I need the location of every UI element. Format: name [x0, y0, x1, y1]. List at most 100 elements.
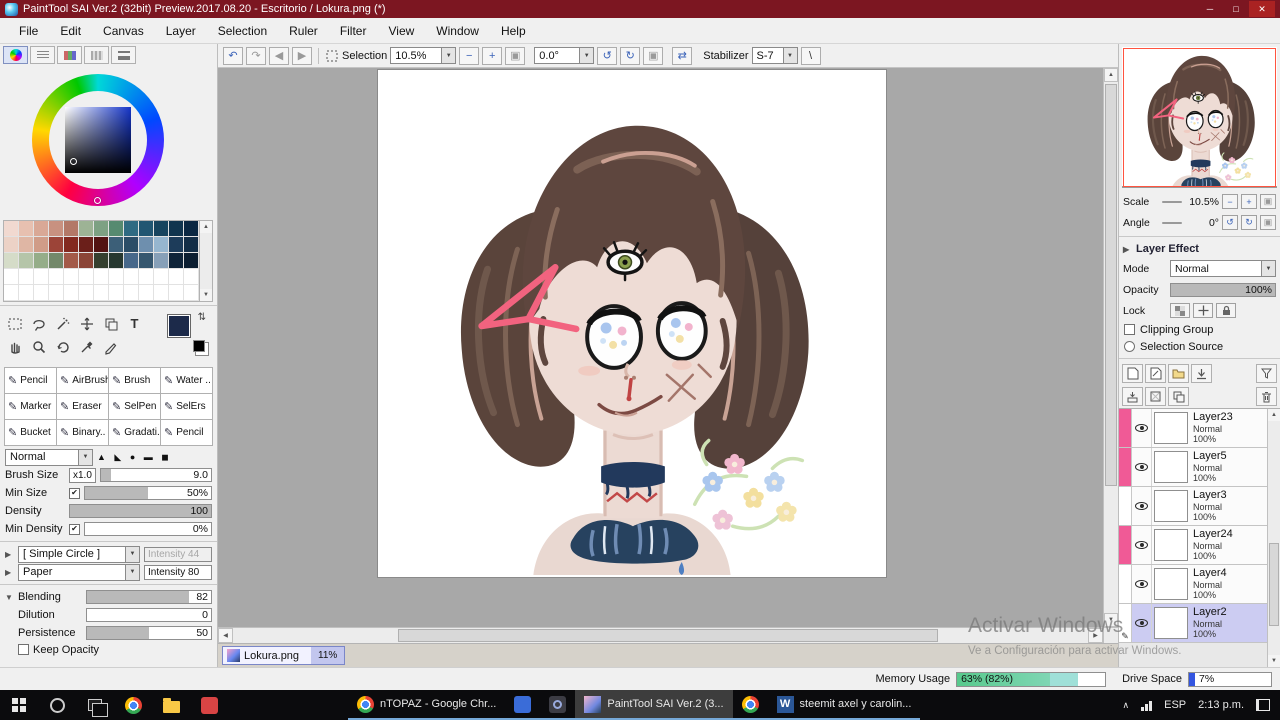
scale-slider[interactable] — [1162, 200, 1182, 203]
layer-row-layer24[interactable]: Layer24 Normal 100% — [1119, 526, 1267, 565]
swatch[interactable] — [19, 253, 34, 269]
swatch-empty[interactable] — [184, 269, 199, 285]
swatch[interactable] — [49, 237, 64, 253]
menu-window[interactable]: Window — [425, 20, 490, 42]
scroll-down-icon[interactable]: ▼ — [1268, 655, 1280, 667]
zoom-in-button[interactable]: + — [482, 46, 503, 65]
opacity-slider[interactable]: 100% — [1170, 282, 1276, 297]
close-button[interactable]: ✕ — [1249, 1, 1275, 17]
scroll-right-icon[interactable]: ▶ — [1088, 628, 1103, 643]
layer-mark[interactable] — [1119, 409, 1132, 447]
cortana-search-button[interactable] — [38, 690, 76, 720]
horizontal-scroll-thumb[interactable] — [398, 629, 938, 642]
layer-mark[interactable] — [1119, 487, 1132, 525]
swatch[interactable] — [79, 253, 94, 269]
zoom-reset-button[interactable]: ▣ — [505, 46, 526, 65]
expander-down-icon[interactable]: ▼ — [5, 593, 14, 602]
menu-filter[interactable]: Filter — [329, 20, 378, 42]
swatch[interactable] — [94, 253, 109, 269]
angle-select[interactable]: 0.0° ▼ — [534, 47, 595, 64]
clock[interactable]: 2:13 p.m. — [1198, 699, 1244, 711]
swatch[interactable] — [184, 253, 199, 269]
move-tool[interactable] — [76, 313, 97, 334]
new-layer-button[interactable] — [1122, 364, 1143, 383]
layer-filter-button[interactable] — [1256, 364, 1277, 383]
new-linework-layer-button[interactable] — [1145, 364, 1166, 383]
layer-list-scrollbar[interactable]: ▲ ▼ — [1267, 409, 1280, 667]
layer-effect-header[interactable]: ▶ Layer Effect — [1119, 240, 1280, 258]
rotate-cw-button[interactable]: ↻ — [1241, 215, 1257, 230]
menu-view[interactable]: View — [377, 20, 425, 42]
merge-down-button[interactable] — [1122, 387, 1143, 406]
color-mixer-tab[interactable] — [111, 46, 136, 64]
minimize-button[interactable]: ─ — [1197, 1, 1223, 17]
swatch[interactable] — [139, 253, 154, 269]
selection-source-radio[interactable] — [1124, 341, 1135, 352]
min-size-checkbox[interactable]: ✔ — [69, 487, 80, 499]
tool-selpen[interactable]: ✎ SelPen — [109, 394, 161, 420]
layer-mark[interactable] — [1119, 526, 1132, 564]
persistence-slider[interactable]: 50 — [86, 626, 212, 640]
swatch[interactable] — [184, 221, 199, 237]
min-density-checkbox[interactable]: ✔ — [69, 523, 80, 535]
tray-expand-icon[interactable]: ∧ — [1123, 700, 1130, 711]
swatch[interactable] — [124, 221, 139, 237]
swatch[interactable] — [169, 237, 184, 253]
scroll-down-icon[interactable]: ▼ — [1104, 613, 1118, 627]
brush-size-unit[interactable]: x1.0 — [69, 467, 96, 483]
tool-binary[interactable]: ✎ Binary.. — [57, 420, 109, 446]
keep-opacity-checkbox[interactable] — [18, 644, 29, 655]
undo-view-button[interactable]: ↶ — [223, 46, 243, 65]
visibility-toggle[interactable] — [1132, 448, 1152, 486]
brush-size-slider[interactable]: 9.0 — [99, 468, 212, 482]
layer-row-layer4[interactable]: Layer4 Normal 100% — [1119, 565, 1267, 604]
tool-eraser[interactable]: ✎ Eraser — [57, 394, 109, 420]
rgb-slider-tab[interactable] — [30, 46, 55, 64]
swatch[interactable] — [154, 253, 169, 269]
delete-layer-button[interactable] — [1256, 387, 1277, 406]
swatch-empty[interactable] — [34, 269, 49, 285]
scale-plus-button[interactable]: + — [1241, 194, 1257, 209]
tool-bucket[interactable]: ✎ Bucket — [5, 420, 57, 446]
swatch[interactable] — [19, 237, 34, 253]
text-tool[interactable]: T — [124, 313, 145, 334]
swatch-empty[interactable] — [64, 269, 79, 285]
swatch-empty[interactable] — [4, 285, 19, 301]
layer-row-layer5[interactable]: Layer5 Normal 100% — [1119, 448, 1267, 487]
layer-editing-mark[interactable]: ✎ — [1119, 604, 1132, 642]
layer-row-layer2-selected[interactable]: ✎ Layer2 Normal 100% — [1119, 604, 1267, 643]
swatch[interactable] — [4, 221, 19, 237]
menu-edit[interactable]: Edit — [49, 20, 92, 42]
swatch[interactable] — [139, 237, 154, 253]
tool-pencil2[interactable]: ✎ Pencil — [161, 420, 213, 446]
rotate-view-tool[interactable] — [52, 336, 73, 357]
taskbar-window-chrome2[interactable] — [732, 690, 768, 720]
color-wheel-tab[interactable] — [3, 46, 28, 64]
zoom-select[interactable]: 10.5% ▼ — [390, 47, 457, 64]
foreground-color-chip[interactable] — [167, 314, 191, 338]
density-slider[interactable]: 100 — [69, 504, 212, 518]
task-view-button[interactable] — [76, 690, 114, 720]
copy-stamp-tool[interactable] — [100, 313, 121, 334]
swatch[interactable] — [124, 253, 139, 269]
horizontal-scrollbar[interactable]: ◀ ▶ — [218, 627, 1103, 643]
menu-file[interactable]: File — [8, 20, 49, 42]
layer-row-layer3[interactable]: Layer3 Normal 100% — [1119, 487, 1267, 526]
visibility-toggle[interactable] — [1132, 565, 1152, 603]
clear-layer-button[interactable] — [1145, 387, 1166, 406]
blending-slider[interactable]: 82 — [86, 590, 212, 604]
magic-wand-tool[interactable] — [52, 313, 73, 334]
swatch[interactable] — [154, 221, 169, 237]
angle-reset-button[interactable]: ▣ — [643, 46, 664, 65]
taskbar-window-photos[interactable] — [505, 690, 541, 720]
scroll-up-icon[interactable]: ▲ — [200, 221, 212, 233]
tool-pencil[interactable]: ✎ Pencil — [5, 368, 57, 394]
menu-canvas[interactable]: Canvas — [92, 20, 155, 42]
navigator[interactable] — [1122, 47, 1277, 188]
swatch[interactable] — [4, 253, 19, 269]
taskbar-window-word-steemit[interactable]: Wsteemit axel y carolin... — [767, 690, 921, 720]
canvas-area[interactable] — [218, 68, 1103, 627]
scale-minus-button[interactable]: − — [1222, 194, 1238, 209]
swatch-empty[interactable] — [49, 285, 64, 301]
swatch[interactable] — [19, 221, 34, 237]
